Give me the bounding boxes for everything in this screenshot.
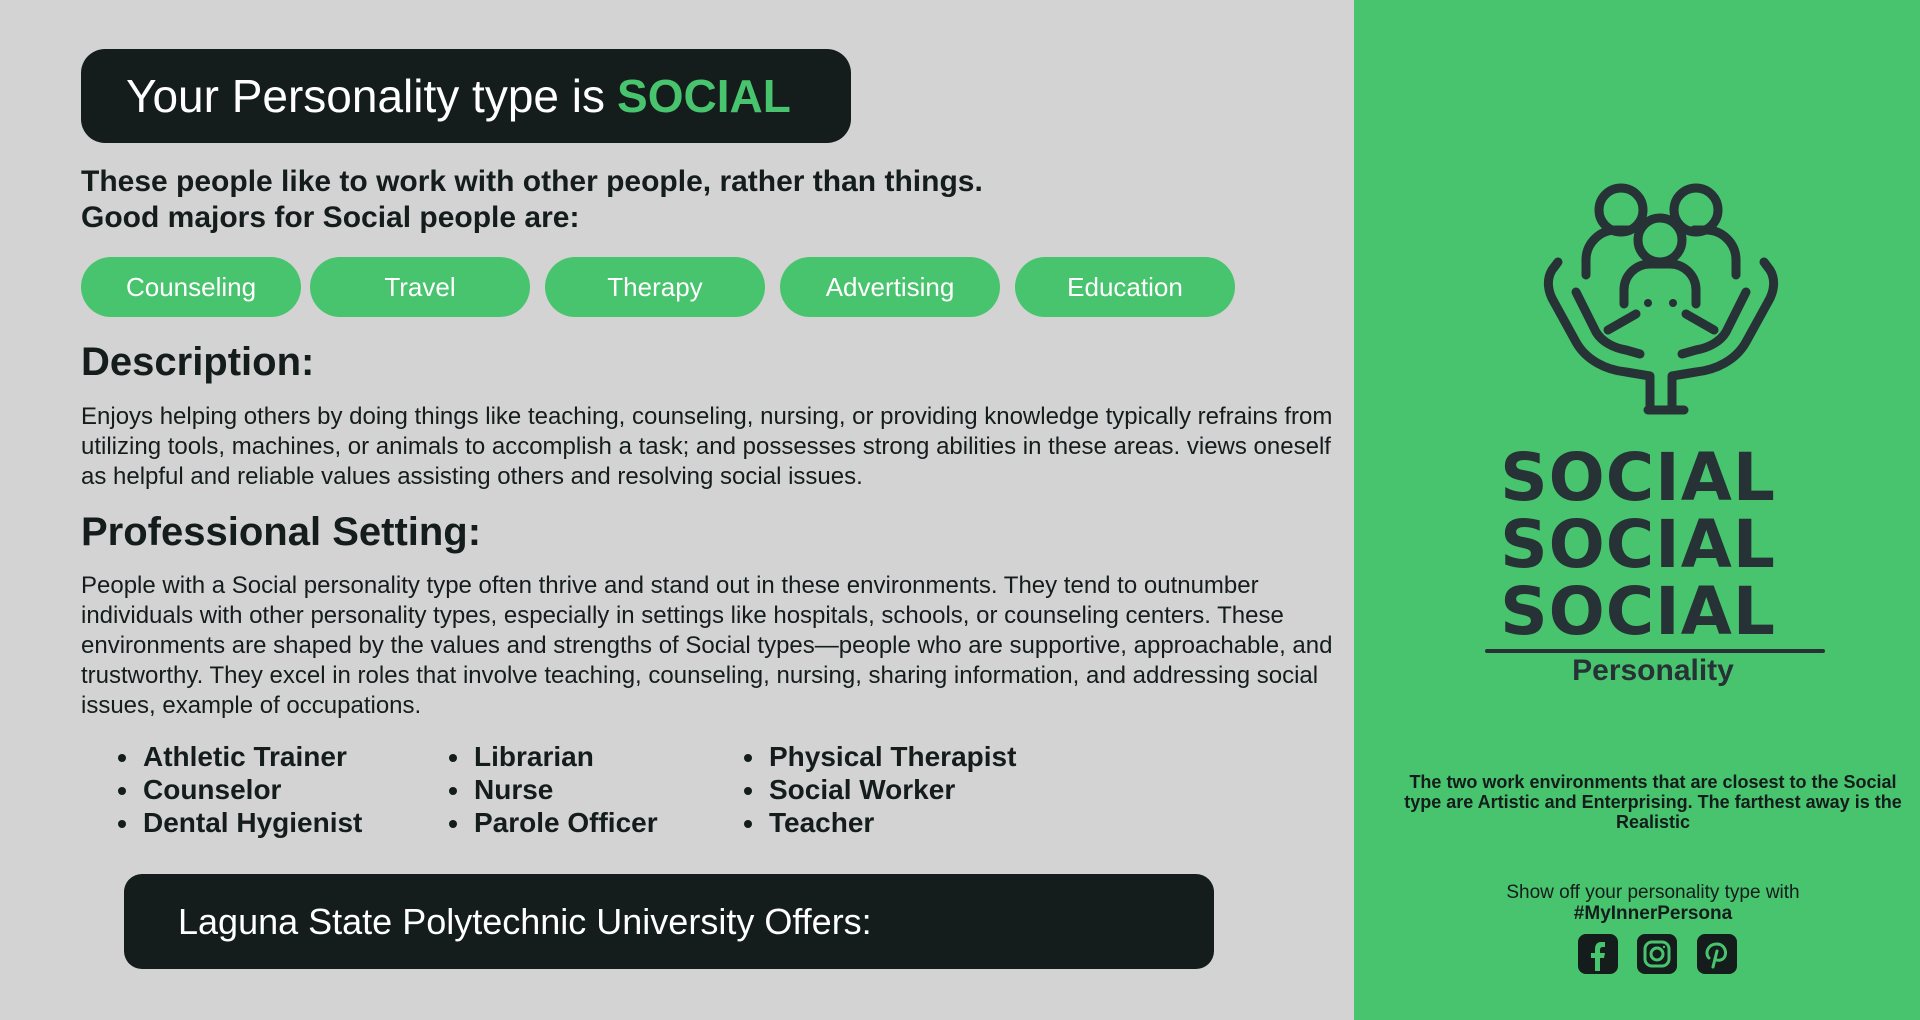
facebook-icon[interactable]	[1578, 934, 1618, 974]
university-offers-label: Laguna State Polytechnic University Offe…	[178, 900, 872, 942]
occupation-column-3: Physical Therapist Social Worker Teacher	[707, 740, 1016, 839]
major-chip-therapy[interactable]: Therapy	[545, 257, 765, 317]
occupation-item: Social Worker	[767, 773, 1016, 806]
university-offers-banner: Laguna State Polytechnic University Offe…	[124, 874, 1214, 969]
occupation-item: Parole Officer	[472, 806, 658, 839]
social-word-3: SOCIAL	[1500, 573, 1776, 650]
major-chip-advertising[interactable]: Advertising	[780, 257, 1000, 317]
occupation-column-2: Librarian Nurse Parole Officer	[412, 740, 658, 839]
occupation-column-1: Athletic Trainer Counselor Dental Hygien…	[81, 740, 362, 839]
occupation-item: Physical Therapist	[767, 740, 1016, 773]
description-text: Enjoys helping others by doing things li…	[81, 403, 1333, 490]
description-heading: Description:	[81, 340, 315, 384]
occupation-item: Nurse	[472, 773, 658, 806]
occupation-item: Librarian	[472, 740, 658, 773]
intro-line-1: These people like to work with other peo…	[81, 165, 983, 198]
social-word-1: SOCIAL	[1500, 439, 1776, 516]
share-text: Show off your personality type with	[1506, 882, 1800, 903]
personality-subtitle: Personality	[1572, 654, 1734, 687]
occupation-item: Dental Hygienist	[141, 806, 362, 839]
major-chip-counseling[interactable]: Counseling	[81, 257, 301, 317]
professional-heading: Professional Setting:	[81, 510, 482, 554]
occupation-item: Counselor	[141, 773, 362, 806]
instagram-icon[interactable]	[1637, 934, 1677, 974]
page-title: Your Personality type is SOCIAL	[81, 49, 851, 143]
divider	[1485, 649, 1825, 653]
hashtag: #MyInnerPersona	[1573, 903, 1733, 924]
social-word-2: SOCIAL	[1500, 506, 1776, 583]
title-prefix: Your Personality type is	[126, 70, 606, 122]
major-chip-travel[interactable]: Travel	[310, 257, 530, 317]
title-highlight: SOCIAL	[617, 70, 791, 122]
intro-line-2: Good majors for Social people are:	[81, 201, 580, 234]
major-chip-education[interactable]: Education	[1015, 257, 1235, 317]
occupation-item: Teacher	[767, 806, 1016, 839]
people-in-hands-icon	[1536, 180, 1786, 420]
main-panel: Your Personality type is SOCIAL These pe…	[0, 0, 1354, 1020]
occupation-item: Athletic Trainer	[141, 740, 362, 773]
closest-environments-text: The two work environments that are close…	[1404, 772, 1902, 832]
professional-text: People with a Social personality type of…	[81, 572, 1333, 719]
share-prompt: Show off your personality type with #MyI…	[1400, 882, 1906, 924]
pinterest-icon[interactable]	[1697, 934, 1737, 974]
intro-text: These people like to work with other peo…	[81, 164, 983, 236]
